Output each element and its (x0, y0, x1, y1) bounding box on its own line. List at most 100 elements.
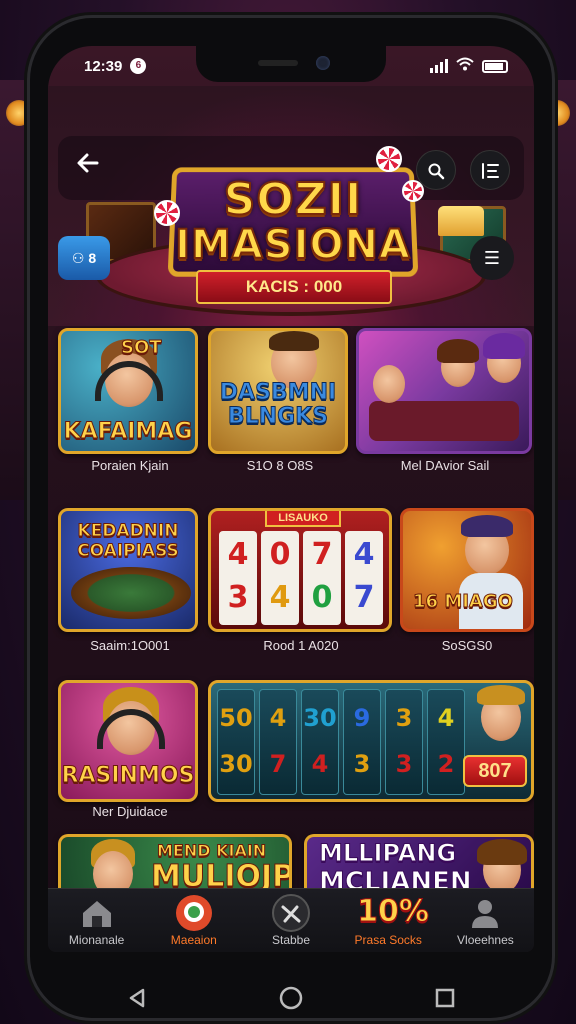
reel-symbol-top: 30 (303, 704, 337, 732)
nav-item-profile[interactable]: Vloeehnes (437, 889, 534, 952)
reel-symbol-bottom: 2 (437, 750, 455, 778)
game-card[interactable]: Mel DAvior Sail (356, 328, 534, 498)
casino-logo: SOZII IMASIONA KACIS : 000 (154, 144, 428, 304)
search-icon (428, 163, 445, 180)
slot-reel: 50 30 (217, 689, 255, 795)
slot-reel: 47 (345, 531, 383, 625)
game-thumbnail: DASBMNI BLNGKS (208, 328, 348, 454)
slot-header: LISAUKO (265, 511, 341, 527)
slot-reel: 30 4 (301, 689, 339, 795)
logo-title-line2: IMASIONA (174, 221, 411, 269)
character-face (373, 365, 405, 403)
bottom-navigation: Mionanale Maeaion Stabbe Prasa Socks Vlo… (48, 888, 534, 952)
nav-label: Maeaion (170, 933, 217, 947)
game-title: KAFAIMAG (63, 419, 193, 445)
game-card[interactable]: MEND KIAIN MULIOJP (58, 834, 294, 894)
notification-badge: 6 (130, 58, 147, 74)
game-thumbnail: SOT KAFAIMAG (58, 328, 198, 454)
reel-symbol-bottom: 3 (395, 750, 413, 778)
system-home-button[interactable] (271, 978, 311, 1018)
character-hair (437, 339, 479, 363)
games-row-2: KEDADNIN COAIPIASS Saaim:1O001 LISAUKO 4… (58, 508, 534, 668)
game-card[interactable]: LISAUKO 43 04 70 47 Rood 1 A020 (208, 508, 394, 668)
promo-badge[interactable]: 10% (348, 894, 438, 932)
game-label: Poraien Kjain (91, 458, 169, 473)
game-title-line1: MLLIPANG (318, 839, 457, 868)
chat-icon (174, 895, 214, 931)
poker-chip-icon (376, 146, 402, 172)
reel-symbol-top: 4 (269, 704, 287, 732)
nav-item-home[interactable]: Mionanale (48, 889, 145, 952)
roulette-wheel (71, 567, 191, 619)
game-label: Ner Djuidace (92, 804, 168, 819)
game-title: KEDADNIN COAIPIASS (77, 521, 180, 562)
hero-side-badge[interactable]: ⚇ 8 (58, 236, 110, 280)
game-thumbnail: LISAUKO 43 04 70 47 (208, 508, 392, 632)
nav-item-stabbe[interactable]: Stabbe (242, 889, 339, 952)
system-back-button[interactable] (117, 978, 157, 1018)
hero-banner: SOZII IMASIONA KACIS : 000 ⚇ 8 ☰ (48, 86, 534, 326)
poker-chip-icon (154, 200, 180, 226)
back-button[interactable] (68, 148, 108, 188)
reel-symbol-bottom: 30 (219, 750, 253, 778)
signal-icon (430, 59, 448, 73)
games-row-1: SOT KAFAIMAG Poraien Kjain DASBMNI BLNGK… (58, 328, 532, 498)
slot-reel: 43 (219, 531, 257, 625)
reel-symbol-top: 4 (437, 704, 455, 732)
status-bar: 12:39 6 (48, 46, 534, 86)
game-label: Saaim:1O001 (90, 638, 170, 653)
menu-button[interactable] (470, 150, 510, 190)
character-hair (477, 839, 527, 865)
game-title: RASINMOS (61, 763, 195, 789)
game-label: S1O 8 O8S (246, 458, 314, 473)
game-card[interactable]: SOT KAFAIMAG Poraien Kjain (58, 328, 202, 498)
status-time: 12:39 (84, 57, 123, 75)
system-recents-button[interactable] (425, 978, 465, 1018)
game-thumbnail: MLLIPANG MCLIANEN (304, 834, 534, 894)
game-card[interactable]: 50 30 4 7 30 4 9 3 3 3 4 2 807 (208, 680, 534, 804)
game-card[interactable]: MLLIPANG MCLIANEN (304, 834, 534, 894)
background-lamp-left (6, 100, 32, 126)
slash-icon (271, 894, 311, 932)
nav-label: Stabbe (271, 933, 311, 947)
filter-button[interactable]: ☰ (470, 236, 514, 280)
slot-reel: 47 (259, 689, 297, 795)
slot-reel: 33 (385, 689, 423, 795)
games-row-3: RASINMOS Ner Djuidace 50 30 4 7 30 4 9 3 3 3 4 2 80… (58, 680, 534, 830)
triangle-back-icon (129, 988, 145, 1008)
character-hair (483, 333, 525, 359)
game-thumbnail: 16 MIAGO (400, 508, 534, 632)
game-thumbnail (356, 328, 532, 454)
game-card[interactable]: RASINMOS Ner Djuidace (58, 680, 202, 830)
nav-label: Mionanale (68, 933, 125, 947)
reel-symbol-top: 50 (219, 704, 253, 732)
poker-chip-icon (402, 180, 424, 202)
game-label: Rood 1 A020 (263, 638, 339, 653)
game-card[interactable]: 16 MIAGO SoSGS0 (400, 508, 534, 668)
menu-icon (482, 163, 499, 179)
reel-symbol-bottom: 4 (311, 750, 329, 778)
game-card[interactable]: DASBMNI BLNGKS S1O 8 O8S (208, 328, 352, 498)
game-card[interactable]: KEDADNIN COAIPIASS Saaim:1O001 (58, 508, 202, 668)
reel-symbol-top: 3 (395, 704, 413, 732)
game-title-line1: MEND KIAIN (156, 841, 267, 861)
game-thumbnail: MEND KIAIN MULIOJP (58, 834, 292, 894)
game-title: 16 MIAGO (413, 591, 514, 613)
phone-screen: 12:39 6 SOZII IMASIONA KACIS: 000 ⚇ 8 ☰… (48, 46, 534, 952)
profile-icon (465, 895, 505, 931)
nav-label: Prasa Socks (354, 933, 422, 947)
wifi-icon (456, 57, 474, 75)
slot-reel: 70 (303, 531, 341, 625)
slot-reel: 93 (343, 689, 381, 795)
casino-table (369, 401, 519, 441)
character-hair (477, 685, 525, 705)
phone-frame: 12:39 6 SOZII IMASIONA KACIS: 000 ⚇ 8 ☰… (30, 18, 552, 1018)
slot-reel: 04 (261, 531, 299, 625)
game-art-text: SOT (121, 337, 163, 359)
game-thumbnail: KEDADNIN COAIPIASS (58, 508, 198, 632)
home-icon (77, 895, 117, 931)
nav-item-chat[interactable]: Maeaion (145, 889, 242, 952)
reel-symbol-bottom: 3 (353, 750, 371, 778)
game-label: SoSGS0 (441, 638, 493, 653)
arrow-left-icon (77, 153, 99, 173)
